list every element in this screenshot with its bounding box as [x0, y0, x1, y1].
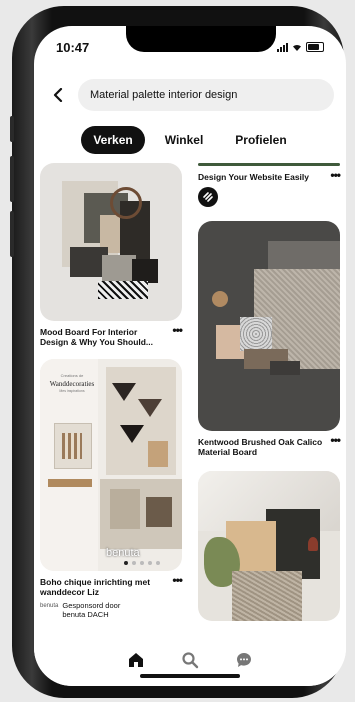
search-icon [182, 652, 199, 669]
volume-up-button [10, 156, 14, 202]
tab-verken[interactable]: Verken [81, 126, 145, 154]
squarespace-logo-icon[interactable] [198, 187, 218, 207]
pin-title-text: Mood Board For Interior Design & Why You… [40, 327, 154, 347]
pin-overlay-small: Creations de [60, 373, 84, 378]
wifi-icon [293, 44, 301, 51]
battery-icon [306, 42, 324, 52]
feed-column-left: Mood Board For Interior Design & Why You… [40, 163, 183, 619]
sponsor-row[interactable]: benuta Gesponsord door benuta DACH [40, 601, 182, 619]
status-icons [277, 42, 324, 52]
volume-down-button [10, 211, 14, 257]
phone-frame: 10:47 Material palette interior design V… [10, 6, 346, 698]
pin-image-partial[interactable] [198, 163, 340, 166]
home-icon [129, 653, 143, 667]
phone-screen: 10:47 Material palette interior design V… [34, 26, 346, 686]
status-time: 10:47 [56, 40, 90, 55]
pin-overlay-sub: Mes inspirations [59, 389, 85, 393]
feed-column-right: Design Your Website Easily ••• Kentwood … [198, 163, 341, 621]
pin-title-text: Design Your Website Easily [198, 172, 310, 182]
chat-bubble-icon [237, 653, 251, 667]
bottom-nav [34, 634, 346, 686]
home-button[interactable] [126, 650, 146, 670]
pin-title-website[interactable]: Design Your Website Easily ••• [198, 169, 341, 182]
back-button[interactable] [46, 83, 70, 107]
pin-feed: Mood Board For Interior Design & Why You… [34, 163, 346, 634]
messages-button[interactable] [234, 650, 254, 670]
pin-title-mood-board[interactable]: Mood Board For Interior Design & Why You… [40, 324, 183, 347]
pin-image-wanddecor[interactable]: Creations de Wanddecoraties Mes inspirat… [40, 359, 182, 571]
more-options-icon[interactable]: ••• [172, 574, 183, 586]
pin-image-kentwood[interactable] [198, 221, 340, 431]
search-input[interactable]: Material palette interior design [78, 79, 334, 111]
pin-title-text: Kentwood Brushed Oak Calico Material Boa… [198, 437, 323, 457]
mute-switch [10, 116, 14, 142]
pin-title-wanddecor[interactable]: Boho chique inrichting met wanddecor Liz… [40, 574, 183, 597]
search-query: Material palette interior design [90, 89, 238, 101]
search-row: Material palette interior design [46, 78, 334, 112]
home-indicator [140, 674, 240, 678]
signal-icon [277, 42, 288, 52]
search-button[interactable] [180, 650, 200, 670]
carousel-dots [124, 561, 160, 565]
logo-glyph-icon [203, 192, 213, 202]
more-options-icon[interactable]: ••• [330, 434, 341, 446]
sponsor-label: Gesponsord door benuta DACH [62, 601, 121, 619]
chevron-left-icon [53, 88, 63, 102]
tab-profielen[interactable]: Profielen [223, 126, 298, 154]
pin-image-mood-board[interactable] [40, 163, 182, 321]
more-options-icon[interactable]: ••• [172, 324, 183, 336]
pin-image-materials[interactable] [198, 471, 340, 621]
tab-winkel[interactable]: Winkel [153, 126, 216, 154]
pin-overlay-title: Wanddecoraties [49, 380, 95, 388]
more-options-icon[interactable]: ••• [330, 169, 341, 181]
pin-title-text: Boho chique inrichting met wanddecor Liz [40, 577, 151, 597]
pin-title-kentwood[interactable]: Kentwood Brushed Oak Calico Material Boa… [198, 434, 341, 457]
sponsor-avatar: benuta [40, 603, 59, 609]
brand-watermark: benuta [106, 547, 140, 559]
notch [126, 26, 276, 52]
tab-bar: Verken Winkel Profielen [34, 126, 346, 154]
